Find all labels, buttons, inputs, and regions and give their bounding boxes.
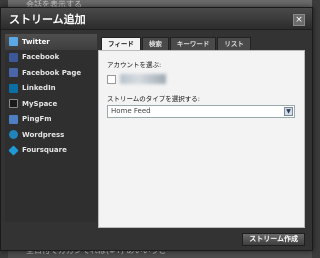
- tab-feed[interactable]: フィード: [101, 37, 141, 50]
- chevron-down-icon[interactable]: ▼: [284, 107, 293, 116]
- linkedin-icon: [9, 83, 18, 93]
- network-item-foursquare[interactable]: Foursquare: [5, 143, 97, 159]
- tab-keyword[interactable]: キーワード: [169, 37, 217, 50]
- network-label: MySpace: [22, 99, 58, 108]
- facebook-icon: [9, 52, 18, 62]
- pingfm-icon: [9, 114, 18, 124]
- twitter-icon: [9, 37, 18, 47]
- network-item-pingfm[interactable]: PingFm: [5, 112, 97, 128]
- foursquare-icon: [8, 145, 19, 156]
- network-label: Twitter: [22, 37, 50, 46]
- wordpress-icon: [9, 130, 18, 140]
- network-item-linkedin[interactable]: LinkedIn: [5, 81, 97, 97]
- network-item-myspace[interactable]: MySpace: [5, 96, 97, 112]
- account-name-redacted: [120, 74, 166, 84]
- close-button[interactable]: ×: [293, 14, 305, 26]
- network-item-facebook-page[interactable]: Facebook Page: [5, 65, 97, 81]
- account-avatar-icon: [107, 74, 116, 84]
- tab-list[interactable]: リスト: [217, 37, 251, 50]
- network-label: PingFm: [22, 115, 52, 124]
- dialog-title: ストリーム追加: [9, 12, 86, 26]
- facebook-page-icon: [9, 68, 18, 78]
- network-item-wordpress[interactable]: Wordpress: [5, 127, 97, 143]
- network-item-facebook[interactable]: Facebook: [5, 50, 97, 66]
- tab-search[interactable]: 検索: [141, 37, 169, 50]
- stream-type-label: ストリームのタイプを選択する:: [107, 95, 200, 103]
- account-option[interactable]: [107, 71, 296, 87]
- network-list: Twitter Facebook Facebook Page LinkedIn …: [5, 34, 97, 222]
- create-stream-button[interactable]: ストリーム作成: [242, 233, 305, 246]
- background-right-strip: [312, 0, 320, 258]
- stream-tabs: フィード 検索 キーワード リスト: [98, 37, 305, 50]
- account-label: アカウントを選ぶ:: [107, 61, 162, 69]
- dialog-header: ストリーム追加: [1, 8, 312, 30]
- network-label: Facebook Page: [22, 68, 82, 77]
- add-stream-dialog: ストリーム追加 × Twitter Facebook Facebook Page…: [0, 7, 313, 251]
- network-label: Facebook: [22, 53, 60, 62]
- tab-content: アカウントを選ぶ: ストリームのタイプを選択する: Home Feed ▼: [98, 50, 305, 228]
- network-label: Wordpress: [22, 130, 65, 139]
- myspace-icon: [9, 99, 18, 109]
- network-item-twitter[interactable]: Twitter: [5, 34, 97, 50]
- stream-settings-panel: フィード 検索 キーワード リスト アカウントを選ぶ: ストリームのタイプを選択…: [98, 37, 305, 228]
- network-label: LinkedIn: [22, 84, 56, 93]
- network-label: Foursquare: [22, 146, 67, 155]
- stream-type-value: Home Feed: [111, 107, 151, 115]
- stream-type-select[interactable]: Home Feed ▼: [107, 105, 295, 118]
